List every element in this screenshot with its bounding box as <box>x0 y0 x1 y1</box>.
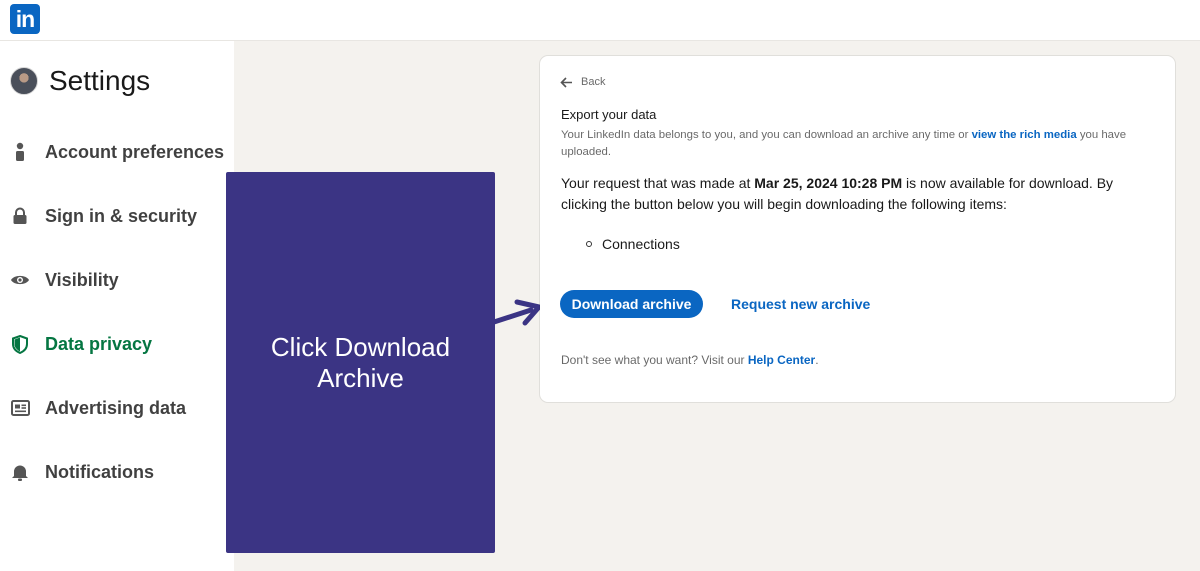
list-item: Connections <box>586 236 680 252</box>
newspaper-icon <box>10 398 30 418</box>
linkedin-logo-icon[interactable]: in <box>10 4 40 34</box>
help-text-start: Don't see what you want? Visit our <box>561 353 748 367</box>
sidebar-item-label: Account preferences <box>45 141 225 162</box>
help-text-end: . <box>815 353 819 367</box>
eye-icon <box>10 270 30 290</box>
back-link[interactable]: Back <box>560 76 605 88</box>
rich-media-link[interactable]: view the rich media <box>972 129 1077 141</box>
instruction-text: Click Download Archive <box>270 332 451 393</box>
instruction-overlay: Click Download Archive <box>226 172 495 553</box>
sidebar-item-label: Notifications <box>45 461 155 482</box>
bullet-icon <box>586 241 592 247</box>
export-data-card: Back Export your data Your LinkedIn data… <box>540 56 1175 402</box>
lock-icon <box>10 206 30 226</box>
arrow-left-icon <box>560 76 572 88</box>
request-new-archive-button[interactable]: Request new archive <box>721 290 880 318</box>
card-description: Your LinkedIn data belongs to you, and y… <box>561 127 1151 160</box>
page-title: Settings <box>49 65 151 96</box>
avatar[interactable] <box>10 67 38 95</box>
request-date: Mar 25, 2024 10:28 PM <box>754 175 903 191</box>
back-label: Back <box>581 76 606 88</box>
sidebar-item-sign-in-security[interactable]: Sign in & security <box>10 202 197 230</box>
sidebar-item-label: Advertising data <box>45 397 187 418</box>
sidebar-item-visibility[interactable]: Visibility <box>10 266 119 294</box>
bell-icon <box>10 462 30 482</box>
description-text: Your LinkedIn data belongs to you, and y… <box>561 129 972 141</box>
sidebar-item-label: Visibility <box>45 269 119 290</box>
card-title: Export your data <box>561 107 657 122</box>
sidebar-item-notifications[interactable]: Notifications <box>10 458 154 486</box>
request-message: Your request that was made at Mar 25, 20… <box>561 173 1141 215</box>
person-icon <box>10 142 30 162</box>
sidebar-item-data-privacy[interactable]: Data privacy <box>10 330 152 358</box>
help-text: Don't see what you want? Visit our Help … <box>561 353 819 367</box>
shield-icon <box>10 334 30 354</box>
sidebar: Settings Account preferences Sign in & s… <box>0 41 234 571</box>
settings-header: Settings <box>10 63 150 99</box>
sidebar-item-advertising-data[interactable]: Advertising data <box>10 394 186 422</box>
sidebar-item-label: Data privacy <box>45 333 153 354</box>
list-item-label: Connections <box>602 236 680 252</box>
download-archive-button[interactable]: Download archive <box>560 290 703 318</box>
sidebar-item-account-preferences[interactable]: Account preferences <box>10 138 224 166</box>
help-center-link[interactable]: Help Center <box>748 353 815 367</box>
sidebar-item-label: Sign in & security <box>45 205 198 226</box>
top-bar: in <box>0 0 1200 41</box>
message-text: Your request that was made at <box>561 175 755 191</box>
